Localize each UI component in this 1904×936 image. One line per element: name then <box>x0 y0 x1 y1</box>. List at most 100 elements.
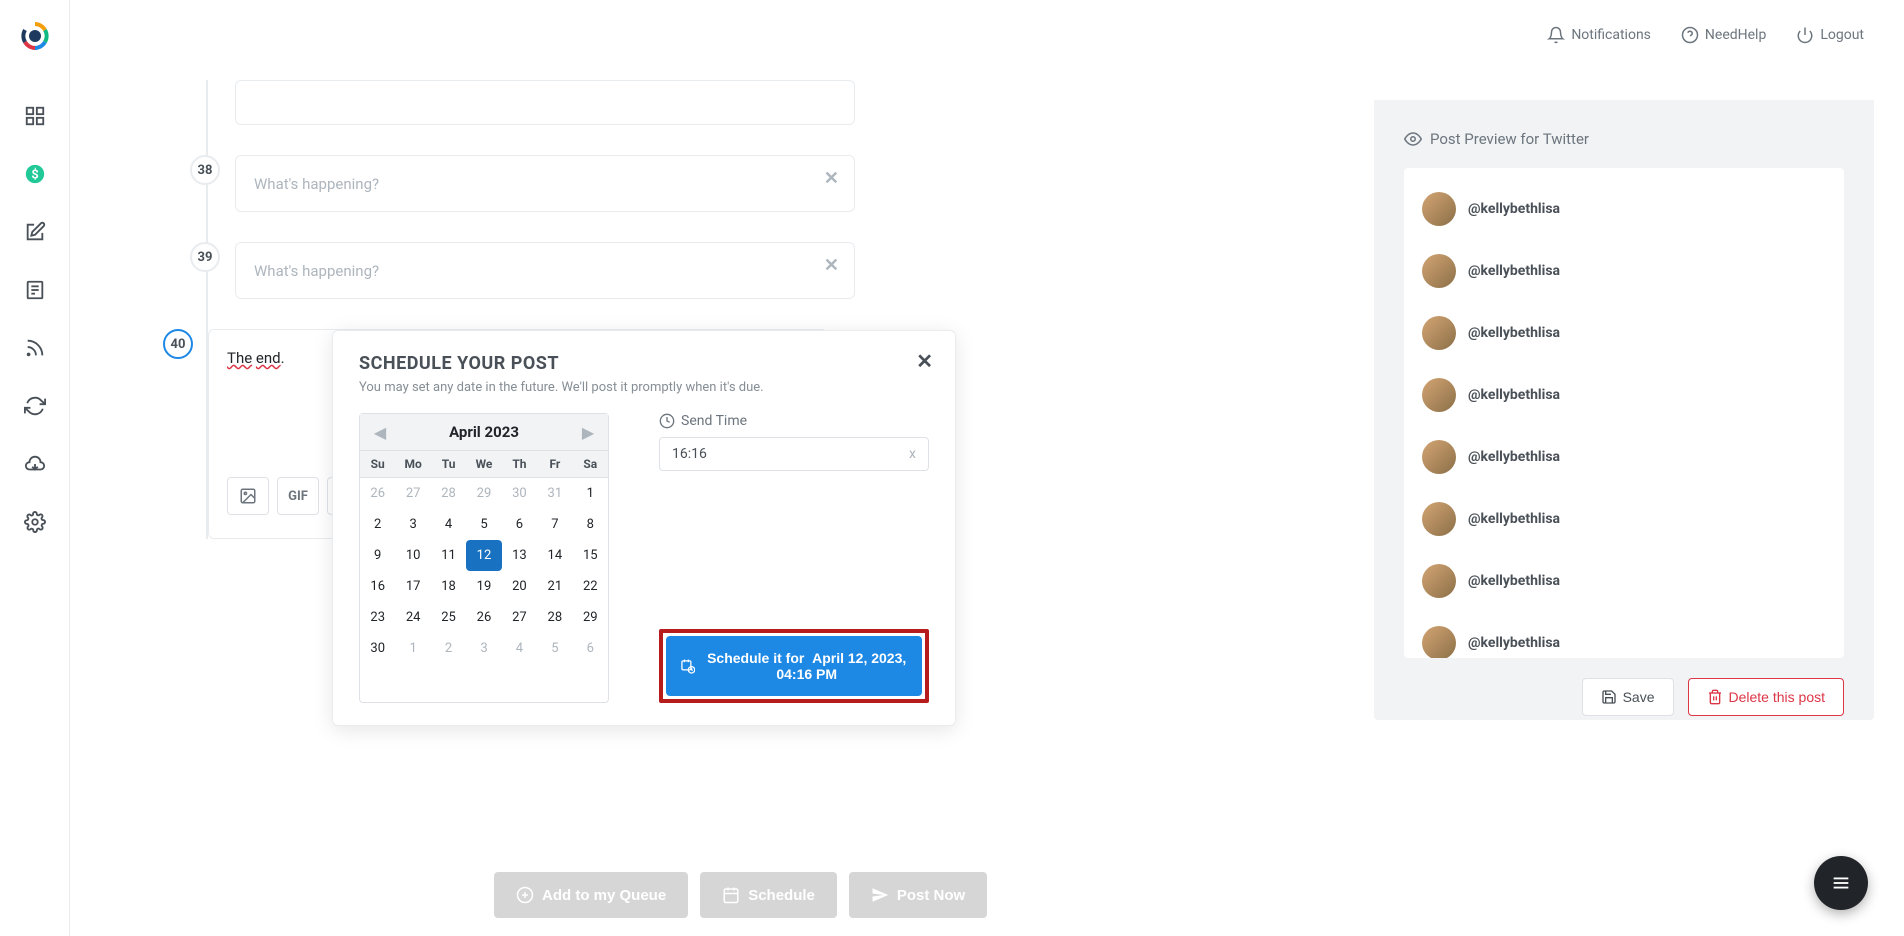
avatar <box>1422 316 1456 350</box>
queue-icon <box>516 886 534 904</box>
preview-item: @kellybethlisa <box>1414 426 1834 488</box>
preview-list[interactable]: @kellybethlisa @kellybethlisa @kellybeth… <box>1404 168 1844 658</box>
calendar-day[interactable]: 31 <box>537 478 572 509</box>
calendar-day[interactable]: 6 <box>573 633 608 664</box>
calendar-day[interactable]: 26 <box>466 602 501 633</box>
sidebar-dashboard-icon[interactable] <box>21 102 49 130</box>
calendar-prev-icon[interactable]: ◀ <box>370 422 390 442</box>
compose-text-40: The end. <box>227 349 285 367</box>
schedule-button[interactable]: Schedule <box>700 872 837 918</box>
calendar-day[interactable]: 16 <box>360 571 395 602</box>
compose-box-39[interactable]: What's happening? ✕ <box>235 242 855 299</box>
gif-tool-button[interactable]: GIF <box>277 477 319 515</box>
calendar-dow: Su <box>360 451 395 478</box>
calendar-day[interactable]: 5 <box>537 633 572 664</box>
calendar-day[interactable]: 7 <box>537 509 572 540</box>
sidebar-refresh-icon[interactable] <box>21 392 49 420</box>
calendar-day[interactable]: 30 <box>502 478 537 509</box>
calendar-day[interactable]: 18 <box>431 571 466 602</box>
calendar-day[interactable]: 3 <box>466 633 501 664</box>
calendar-day[interactable]: 21 <box>537 571 572 602</box>
save-label: Save <box>1623 689 1655 705</box>
schedule-confirm-button[interactable]: Schedule it for April 12, 2023, 04:16 PM <box>666 636 922 696</box>
delete-post-button[interactable]: Delete this post <box>1688 678 1845 716</box>
sidebar-feed-icon[interactable] <box>21 334 49 362</box>
calendar-day[interactable]: 2 <box>431 633 466 664</box>
compose-box-38[interactable]: What's happening? ✕ <box>235 155 855 212</box>
add-to-queue-button[interactable]: Add to my Queue <box>494 872 688 918</box>
avatar <box>1422 564 1456 598</box>
image-tool-icon[interactable] <box>227 477 269 515</box>
calendar-day[interactable]: 24 <box>395 602 430 633</box>
help-label: NeedHelp <box>1705 27 1766 43</box>
calendar-day[interactable]: 4 <box>502 633 537 664</box>
calendar-day[interactable]: 1 <box>573 478 608 509</box>
calendar-next-icon[interactable]: ▶ <box>578 422 598 442</box>
placeholder-39: What's happening? <box>254 262 379 280</box>
calendar-day[interactable]: 20 <box>502 571 537 602</box>
calendar-day[interactable]: 6 <box>502 509 537 540</box>
time-clear-icon[interactable]: x <box>909 446 916 462</box>
calendar-day[interactable]: 8 <box>573 509 608 540</box>
calendar-day[interactable]: 28 <box>537 602 572 633</box>
calendar-day[interactable]: 27 <box>502 602 537 633</box>
calendar-day[interactable]: 13 <box>502 540 537 571</box>
eye-icon <box>1404 130 1422 148</box>
calendar-day[interactable]: 29 <box>466 478 501 509</box>
calendar-day[interactable]: 5 <box>466 509 501 540</box>
calendar-dow: Fr <box>537 451 572 478</box>
fab-menu-button[interactable] <box>1814 856 1868 910</box>
calendar-day[interactable]: 23 <box>360 602 395 633</box>
calendar-day[interactable]: 30 <box>360 633 395 664</box>
time-input[interactable]: 16:16 x <box>659 437 929 471</box>
sidebar-money-icon[interactable]: $ <box>21 160 49 188</box>
avatar <box>1422 378 1456 412</box>
calendar-day[interactable]: 19 <box>466 571 501 602</box>
calendar-clock-icon <box>680 656 695 676</box>
calendar-day[interactable]: 22 <box>573 571 608 602</box>
calendar-day[interactable]: 26 <box>360 478 395 509</box>
calendar-day[interactable]: 29 <box>573 602 608 633</box>
post-now-button[interactable]: Post Now <box>849 872 987 918</box>
schedule-label: Schedule <box>748 887 815 904</box>
close-icon-39[interactable]: ✕ <box>824 255 839 276</box>
preview-item: @kellybethlisa <box>1414 550 1834 612</box>
help-link[interactable]: NeedHelp <box>1681 26 1766 44</box>
calendar-dow: Mo <box>395 451 430 478</box>
sidebar-settings-icon[interactable] <box>21 508 49 536</box>
calendar-day[interactable]: 14 <box>537 540 572 571</box>
calendar-day[interactable]: 2 <box>360 509 395 540</box>
notifications-link[interactable]: Notifications <box>1547 26 1651 44</box>
sidebar-document-icon[interactable] <box>21 276 49 304</box>
calendar-day[interactable]: 9 <box>360 540 395 571</box>
sidebar-compose-icon[interactable] <box>21 218 49 246</box>
logout-link[interactable]: Logout <box>1796 26 1864 44</box>
calendar-day[interactable]: 12 <box>466 540 501 571</box>
bottom-actions: Add to my Queue Schedule Post Now <box>494 872 987 918</box>
avatar <box>1422 626 1456 658</box>
calendar: ◀ April 2023 ▶ SuMoTuWeThFrSa 2627282930… <box>359 413 609 703</box>
save-button[interactable]: Save <box>1582 678 1674 716</box>
close-icon-38[interactable]: ✕ <box>824 168 839 189</box>
modal-close-icon[interactable]: ✕ <box>916 349 933 373</box>
placeholder-38: What's happening? <box>254 175 379 193</box>
calendar-day[interactable]: 1 <box>395 633 430 664</box>
avatar <box>1422 192 1456 226</box>
calendar-day[interactable]: 4 <box>431 509 466 540</box>
sidebar-cloud-download-icon[interactable] <box>21 450 49 478</box>
avatar <box>1422 502 1456 536</box>
calendar-day[interactable]: 11 <box>431 540 466 571</box>
send-icon <box>871 886 889 904</box>
handle-label: @kellybethlisa <box>1468 511 1560 527</box>
time-value: 16:16 <box>672 446 707 462</box>
send-time-label: Send Time <box>659 413 929 429</box>
calendar-day[interactable]: 27 <box>395 478 430 509</box>
calendar-day[interactable]: 10 <box>395 540 430 571</box>
calendar-day[interactable]: 15 <box>573 540 608 571</box>
calendar-day[interactable]: 17 <box>395 571 430 602</box>
calendar-day[interactable]: 28 <box>431 478 466 509</box>
calendar-day[interactable]: 25 <box>431 602 466 633</box>
calendar-day[interactable]: 3 <box>395 509 430 540</box>
calendar-dow: Th <box>502 451 537 478</box>
compose-box-37[interactable] <box>235 80 855 125</box>
